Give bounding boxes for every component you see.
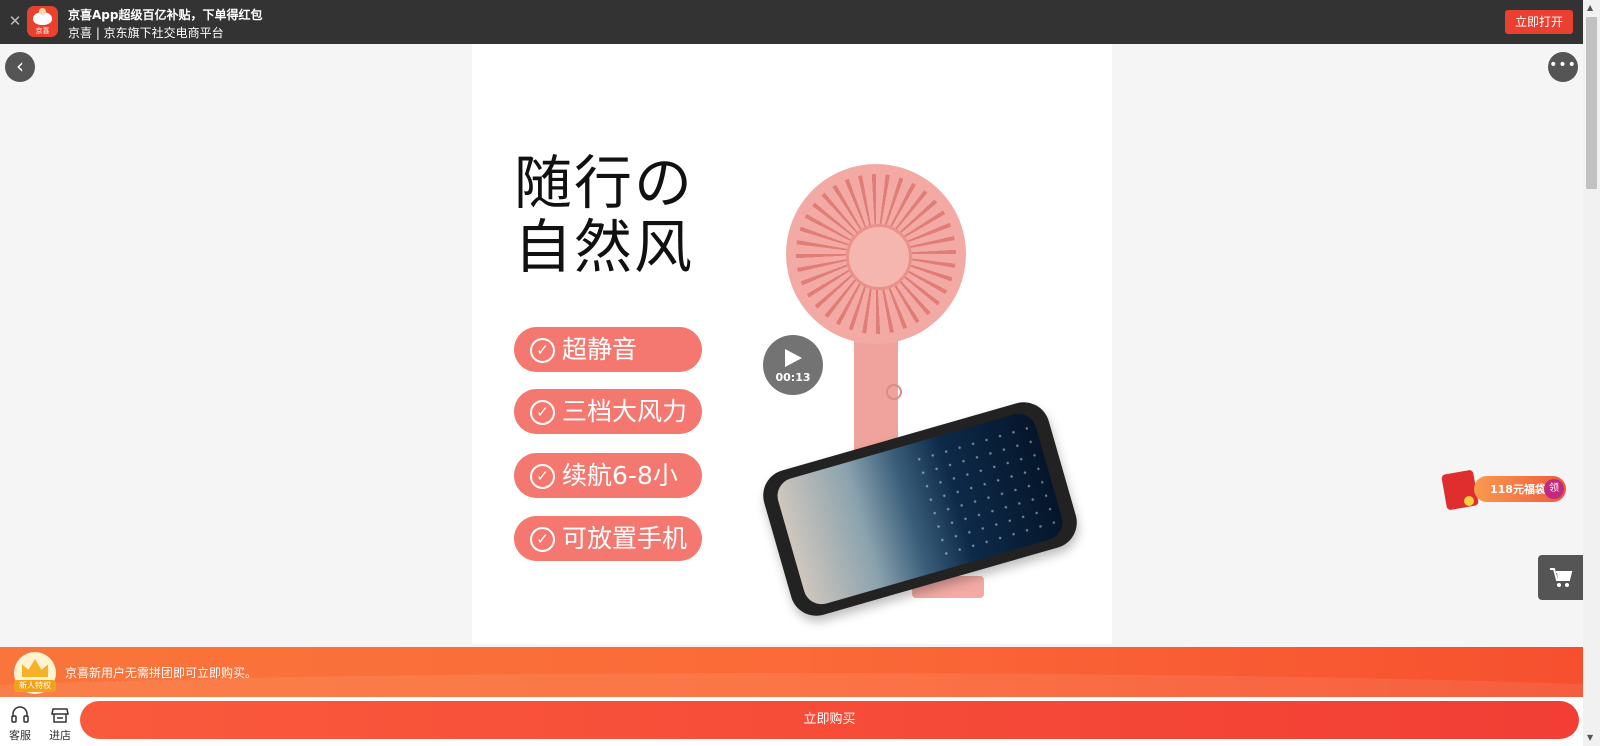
more-dots-icon: ••• xyxy=(1549,57,1577,73)
play-video-button[interactable]: 00:13 xyxy=(763,335,823,395)
feature-pill: ✓ 续航6-8小时 xyxy=(514,453,702,535)
play-icon xyxy=(785,349,802,367)
check-icon: ✓ xyxy=(530,338,555,363)
feature-pill: ✓ 超静音 xyxy=(514,327,702,372)
cart-button[interactable] xyxy=(1538,555,1583,600)
video-duration: 00:13 xyxy=(775,371,811,384)
check-icon: ✓ xyxy=(530,400,555,425)
scroll-down-icon[interactable]: ▼ xyxy=(1587,733,1593,742)
store-button[interactable]: 进店 xyxy=(44,701,76,742)
open-app-button[interactable]: 立即打开 xyxy=(1505,10,1573,34)
more-button[interactable]: ••• xyxy=(1548,52,1578,82)
scrollbar[interactable]: ▲ ▼ xyxy=(1583,0,1600,746)
close-icon[interactable]: ✕ xyxy=(7,13,23,29)
coupon-claim-badge: 领 xyxy=(1544,479,1564,499)
service-label: 客服 xyxy=(9,729,31,742)
customer-service-button[interactable]: 客服 xyxy=(4,701,36,742)
feature-label: 三档大风力 xyxy=(562,397,688,426)
banner-title: 京喜App超级百亿补贴，下单得红包 xyxy=(68,8,263,22)
product-headline: 随行の 自然风 xyxy=(514,149,695,281)
feature-label: 可放置手机 xyxy=(562,524,688,553)
feature-pill: ✓ 可放置手机 xyxy=(514,516,702,561)
feature-label: 超静音 xyxy=(562,335,638,364)
coin-icon xyxy=(1464,496,1474,506)
scroll-up-icon[interactable]: ▲ xyxy=(1587,3,1593,12)
scrollbar-thumb[interactable] xyxy=(1586,17,1597,189)
bottom-action-bar: 客服 进店 立即购买 xyxy=(0,697,1583,746)
buy-now-button[interactable]: 立即购买 xyxy=(80,701,1579,739)
banner-subtitle: 京喜 | 京东旗下社交电商平台 xyxy=(68,26,224,40)
check-icon: ✓ xyxy=(530,527,555,552)
app-logo: 京喜 xyxy=(27,6,58,37)
chevron-left-icon: ‹ xyxy=(16,54,24,78)
store-icon xyxy=(51,708,69,723)
app-logo-text: 京喜 xyxy=(35,27,50,35)
coupon-label: 118元福袋 xyxy=(1490,483,1546,496)
headset-icon xyxy=(11,706,29,723)
app-download-banner: ✕ 京喜 京喜App超级百亿补贴，下单得红包 京喜 | 京东旗下社交电商平台 立… xyxy=(0,0,1583,44)
new-user-promo: 新人特权 京喜新用户无需拼团即可立即购买。 xyxy=(0,647,1583,697)
back-button[interactable]: ‹ xyxy=(5,52,35,82)
check-icon: ✓ xyxy=(530,464,555,489)
coupon-floating-button[interactable]: 118元福袋 领 xyxy=(1441,469,1566,511)
store-label: 进店 xyxy=(49,729,71,742)
new-user-badge-label: 新人特权 xyxy=(14,680,56,692)
cart-icon xyxy=(1550,568,1573,587)
feature-pill: ✓ 三档大风力 xyxy=(514,389,702,434)
promo-message: 京喜新用户无需拼团即可立即购买。 xyxy=(65,666,258,680)
